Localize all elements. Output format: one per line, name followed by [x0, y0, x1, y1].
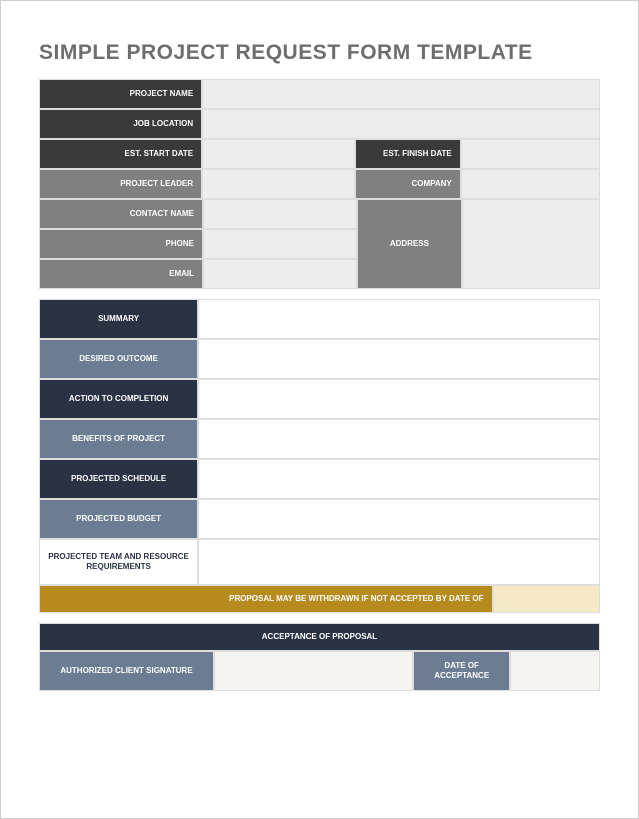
- label-proposal-notice: PROPOSAL MAY BE WITHDRAWN IF NOT ACCEPTE…: [39, 585, 493, 613]
- label-job-location: JOB LOCATION: [39, 109, 202, 139]
- value-project-leader[interactable]: [202, 169, 355, 199]
- value-team[interactable]: [198, 539, 600, 585]
- value-email[interactable]: [203, 259, 357, 289]
- label-email: EMAIL: [39, 259, 203, 289]
- value-project-name[interactable]: [202, 79, 600, 109]
- value-job-location[interactable]: [202, 109, 600, 139]
- label-schedule: PROJECTED SCHEDULE: [39, 459, 198, 499]
- value-schedule[interactable]: [198, 459, 600, 499]
- value-phone[interactable]: [203, 229, 357, 259]
- label-contact-name: CONTACT NAME: [39, 199, 203, 229]
- value-contact-name[interactable]: [203, 199, 357, 229]
- value-date-acceptance[interactable]: [510, 651, 600, 691]
- label-company: COMPANY: [355, 169, 460, 199]
- label-benefits: BENEFITS OF PROJECT: [39, 419, 198, 459]
- value-summary[interactable]: [198, 299, 600, 339]
- label-date-acceptance: DATE OF ACCEPTANCE: [413, 651, 511, 691]
- label-est-finish: EST. FINISH DATE: [355, 139, 460, 169]
- form-page: SIMPLE PROJECT REQUEST FORM TEMPLATE PRO…: [0, 0, 639, 819]
- label-team: PROJECTED TEAM AND RESOURCE REQUIREMENTS: [39, 539, 198, 585]
- label-project-leader: PROJECT LEADER: [39, 169, 202, 199]
- value-est-start[interactable]: [202, 139, 355, 169]
- value-address[interactable]: [462, 199, 600, 289]
- label-outcome: DESIRED OUTCOME: [39, 339, 198, 379]
- label-signature: AUTHORIZED CLIENT SIGNATURE: [39, 651, 214, 691]
- label-action: ACTION TO COMPLETION: [39, 379, 198, 419]
- value-benefits[interactable]: [198, 419, 600, 459]
- acceptance-section: ACCEPTANCE OF PROPOSAL AUTHORIZED CLIENT…: [39, 623, 600, 691]
- label-summary: SUMMARY: [39, 299, 198, 339]
- label-phone: PHONE: [39, 229, 203, 259]
- label-budget: PROJECTED BUDGET: [39, 499, 198, 539]
- top-section: PROJECT NAME JOB LOCATION EST. START DAT…: [39, 79, 600, 289]
- label-est-start: EST. START DATE: [39, 139, 202, 169]
- label-project-name: PROJECT NAME: [39, 79, 202, 109]
- value-signature[interactable]: [214, 651, 413, 691]
- value-budget[interactable]: [198, 499, 600, 539]
- value-action[interactable]: [198, 379, 600, 419]
- label-address: ADDRESS: [357, 199, 462, 289]
- value-proposal-notice[interactable]: [493, 585, 600, 613]
- value-company[interactable]: [461, 169, 600, 199]
- value-outcome[interactable]: [198, 339, 600, 379]
- form-title: SIMPLE PROJECT REQUEST FORM TEMPLATE: [39, 41, 600, 65]
- label-acceptance-title: ACCEPTANCE OF PROPOSAL: [39, 623, 600, 651]
- mid-section: SUMMARY DESIRED OUTCOME ACTION TO COMPLE…: [39, 299, 600, 613]
- value-est-finish[interactable]: [461, 139, 600, 169]
